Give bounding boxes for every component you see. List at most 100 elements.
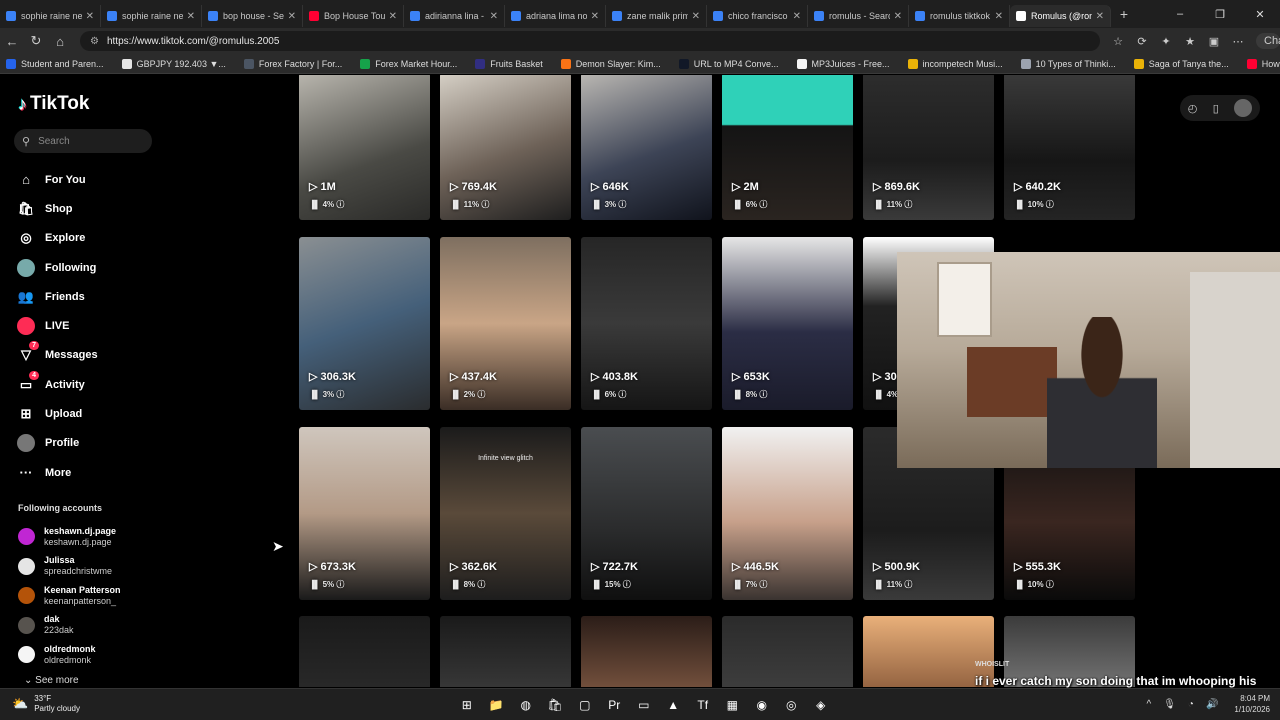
taskbar-app-icon[interactable]: 🛍 (541, 694, 571, 716)
video-card[interactable]: ▷ 869.6K ▐▌ 11% ⓘ (863, 75, 994, 220)
home-icon[interactable]: ⌂ (48, 34, 72, 49)
close-tab-icon[interactable]: ✕ (591, 11, 599, 22)
tray-overflow-icon[interactable]: ^ (1147, 699, 1152, 710)
browser-tab[interactable]: zane malik prime ✕ (606, 5, 707, 27)
video-card[interactable]: ▷ 673.3K ▐▌ 5% ⓘ (299, 427, 430, 600)
new-tab-button[interactable]: + (1111, 6, 1137, 22)
volume-icon[interactable]: 🔊 (1206, 699, 1218, 710)
bookmark-item[interactable]: Fruits Basket (475, 58, 543, 69)
address-bar[interactable]: ⚙ https://www.tiktok.com/@romulus.2005 (80, 31, 1100, 51)
bookmark-item[interactable]: incompetech Musi... (907, 58, 1003, 69)
video-card[interactable] (581, 616, 712, 687)
browser-tab[interactable]: sophie raine net w ✕ (0, 5, 101, 27)
reload-icon[interactable]: ↻ (24, 33, 48, 49)
bookmark-item[interactable]: Forex Factory | For... (243, 58, 342, 69)
close-tab-icon[interactable]: ✕ (187, 11, 195, 22)
wifi-icon[interactable]: ◔ (1188, 699, 1194, 710)
nav-item-profile[interactable]: Profile (16, 429, 98, 458)
video-card[interactable]: ▷ 1M ▐▌ 4% ⓘ (299, 75, 430, 220)
video-card[interactable] (299, 616, 430, 687)
minimize-window-button[interactable]: – (1160, 8, 1200, 20)
taskbar-app-icon[interactable]: Pr (600, 694, 630, 716)
nav-item-following[interactable]: Following (16, 253, 98, 282)
nav-item-more[interactable]: ··· More (16, 458, 98, 487)
bookmark-item[interactable]: Student and Paren... (6, 58, 104, 69)
nav-item-friends[interactable]: 👥 Friends (16, 282, 98, 311)
collections-icon[interactable]: ▣ (1202, 35, 1226, 48)
close-window-button[interactable]: ✕ (1240, 8, 1280, 21)
coins-icon[interactable]: ◴ (1188, 102, 1198, 115)
favorites-icon[interactable]: ★ (1178, 35, 1202, 48)
following-account[interactable]: keshawn.dj.page keshawn.dj.page (18, 522, 121, 552)
video-card[interactable]: ▷ 769.4K ▐▌ 11% ⓘ (440, 75, 571, 220)
microphone-icon[interactable]: 🎙 (1163, 699, 1176, 710)
nav-item-shop[interactable]: 🛍 Shop (16, 194, 98, 223)
video-card[interactable] (722, 616, 853, 687)
close-tab-icon[interactable]: ✕ (389, 11, 397, 22)
video-card[interactable]: ▷ 306.3K ▐▌ 3% ⓘ (299, 237, 430, 410)
browser-tab[interactable]: sophie raine net w ✕ (101, 5, 202, 27)
video-card[interactable]: ▷ 403.8K ▐▌ 6% ⓘ (581, 237, 712, 410)
close-tab-icon[interactable]: ✕ (894, 11, 902, 22)
device-icon[interactable]: ▯ (1213, 102, 1219, 115)
bookmark-item[interactable]: How to Fix Screen... (1246, 58, 1280, 69)
browser-tab[interactable]: bop house - Sear ✕ (202, 5, 303, 27)
following-account[interactable]: oldredmonk oldredmonk (18, 640, 121, 670)
tiktok-logo[interactable]: ♪ TikTok (18, 93, 89, 115)
video-card[interactable]: ▷ 722.7K ▐▌ 15% ⓘ (581, 427, 712, 600)
taskbar-app-icon[interactable]: ▦ (718, 694, 748, 716)
following-account[interactable]: dak 223dak (18, 611, 121, 641)
weather-widget[interactable]: ⛅ 33°F Partly cloudy (12, 694, 80, 714)
taskbar-app-icon[interactable]: ◍ (511, 694, 541, 716)
taskbar-app-icon[interactable]: 📁 (482, 694, 512, 716)
close-tab-icon[interactable]: ✕ (86, 11, 94, 22)
bookmark-item[interactable]: Forex Market Hour... (360, 58, 457, 69)
back-icon[interactable]: ← (0, 34, 24, 49)
nav-item-messages[interactable]: ▽ 7 Messages (16, 341, 98, 370)
clock[interactable]: 8:04 PM 1/10/2026 (1234, 693, 1270, 715)
taskbar-app-icon[interactable]: ◎ (777, 694, 807, 716)
browser-tab[interactable]: adriana lima nowa ✕ (505, 5, 606, 27)
following-account[interactable]: Julissa spreadchristwme (18, 552, 121, 582)
taskbar-app-icon[interactable]: ⊞ (452, 694, 482, 716)
site-info-icon[interactable]: ⚙ (90, 36, 99, 47)
close-tab-icon[interactable]: ✕ (692, 11, 700, 22)
video-card[interactable]: ▷ 437.4K ▐▌ 2% ⓘ (440, 237, 571, 410)
taskbar-app-icon[interactable]: ▲ (659, 694, 689, 716)
video-card[interactable]: ▷ 446.5K ▐▌ 7% ⓘ (722, 427, 853, 600)
nav-item-home[interactable]: ⌂ For You (16, 165, 98, 194)
bookmark-item[interactable]: Saga of Tanya the... (1133, 58, 1229, 69)
see-more-link[interactable]: ⌄ See more (24, 675, 79, 686)
browser-tab[interactable]: romulus - Search ✕ (808, 5, 909, 27)
close-tab-icon[interactable]: ✕ (995, 11, 1003, 22)
taskbar-app-icon[interactable]: Tf (688, 694, 718, 716)
browser-tab[interactable]: chico francisco - S ✕ (707, 5, 808, 27)
menu-icon[interactable]: ⋯ (1226, 35, 1250, 48)
nav-item-compass[interactable]: ◎ Explore (16, 224, 98, 253)
video-card[interactable]: ▷ 2M ▐▌ 6% ⓘ (722, 75, 853, 220)
taskbar-app-icon[interactable]: ▢ (570, 694, 600, 716)
browser-tab[interactable]: Bop House Tour 🏽 ✕ (303, 5, 404, 27)
video-card[interactable]: Infinite view glitch ▷ 362.6K ▐▌ 8% ⓘ (440, 427, 571, 600)
search-input[interactable]: ⚲ Search (14, 129, 152, 153)
browser-tab[interactable]: adirianna lina - Se ✕ (404, 5, 505, 27)
bookmark-item[interactable]: GBPJPY 192.403 ▼... (121, 58, 226, 69)
taskbar-app-icon[interactable]: ◉ (747, 694, 777, 716)
nav-item-live[interactable]: LIVE (16, 311, 98, 340)
maximize-window-button[interactable]: ❐ (1200, 8, 1240, 21)
video-card[interactable]: ▷ 653K ▐▌ 8% ⓘ (722, 237, 853, 410)
bookmark-item[interactable]: MP3Juices - Free... (796, 58, 890, 69)
video-card[interactable]: ▷ 640.2K ▐▌ 10% ⓘ (1004, 75, 1135, 220)
bookmark-item[interactable]: Demon Slayer: Kim... (560, 58, 661, 69)
close-tab-icon[interactable]: ✕ (490, 11, 498, 22)
video-card[interactable]: ▷ 646K ▐▌ 3% ⓘ (581, 75, 712, 220)
user-avatar[interactable] (1234, 99, 1253, 117)
close-tab-icon[interactable]: ✕ (793, 11, 801, 22)
browser-tab[interactable]: romulus tiktkok - ✕ (909, 5, 1010, 27)
close-tab-icon[interactable]: ✕ (1096, 11, 1104, 22)
browser-tab[interactable]: Romulus (@romu ✕ (1010, 5, 1111, 27)
following-account[interactable]: Keenan Patterson keenanpatterson_ (18, 581, 121, 611)
taskbar-app-icon[interactable]: ◈ (806, 694, 836, 716)
video-card[interactable] (440, 616, 571, 687)
taskbar-app-icon[interactable]: ▭ (629, 694, 659, 716)
